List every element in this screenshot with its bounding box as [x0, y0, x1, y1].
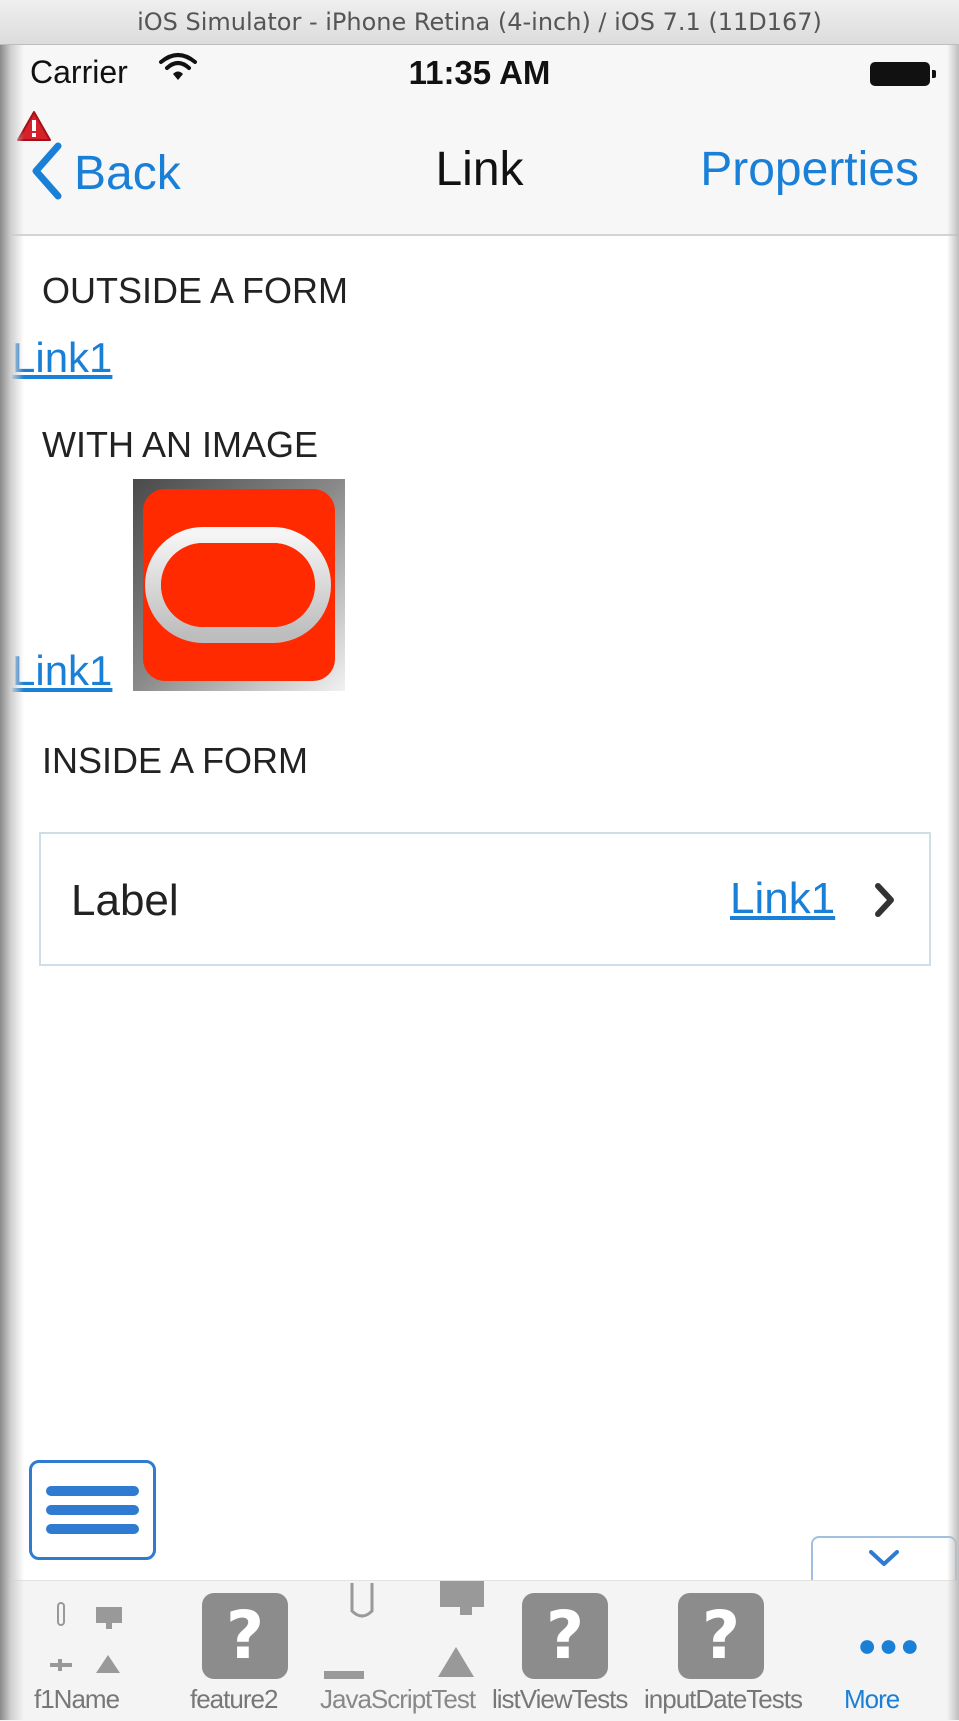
section-heading-with-image: WITH AN IMAGE — [42, 424, 319, 465]
right-edge-shadow — [947, 0, 959, 1720]
tab-f1name[interactable]: f1Name — [0, 1581, 160, 1721]
question-icon: ? — [522, 1593, 608, 1679]
status-bar: Carrier 11:35 AM — [0, 44, 959, 106]
section-heading-outside-form: OUTSIDE A FORM — [42, 270, 349, 311]
tab-javascripttest[interactable]: JavaScriptTest — [310, 1581, 490, 1721]
tab-label: inputDateTests — [644, 1684, 803, 1714]
tab-label: JavaScriptTest — [320, 1684, 476, 1714]
tab-bar: f1Name ? feature2 JavaScriptTest ? listV… — [0, 1580, 959, 1721]
section-heading-inside-form: INSIDE A FORM — [42, 740, 309, 781]
chevron-right-icon — [873, 882, 897, 923]
tab-feature2[interactable]: ? feature2 — [160, 1581, 310, 1721]
tab-more[interactable]: ●●● More — [820, 1581, 959, 1721]
chevron-down-icon — [869, 1550, 899, 1566]
question-icon: ? — [678, 1593, 764, 1679]
navigation-bar: Back Link Properties — [0, 106, 959, 236]
properties-button[interactable]: Properties — [700, 142, 919, 197]
menu-button[interactable] — [29, 1460, 156, 1560]
form-row[interactable]: Label Link1 — [39, 832, 931, 966]
more-icon: ●●● — [857, 1627, 922, 1663]
status-time: 11:35 AM — [408, 54, 551, 91]
form-label: Label — [71, 876, 179, 925]
left-edge-shadow — [0, 0, 24, 1720]
feature-icons-icon — [50, 1602, 122, 1673]
battery-icon — [870, 62, 936, 86]
tab-listviewtests[interactable]: ? listViewTests — [490, 1581, 640, 1721]
tab-inputdatetests[interactable]: ? inputDateTests — [640, 1581, 810, 1721]
outside-form-link[interactable]: Link1 — [12, 334, 112, 382]
hamburger-icon — [46, 1486, 139, 1534]
collapse-tab-button[interactable] — [811, 1536, 957, 1580]
tab-label: f1Name — [34, 1684, 120, 1714]
question-icon: ? — [202, 1593, 288, 1679]
tab-label: More — [844, 1684, 900, 1714]
oracle-logo-image-link[interactable] — [133, 479, 345, 691]
image-link-text[interactable]: Link1 — [12, 647, 112, 695]
form-link[interactable]: Link1 — [730, 874, 835, 924]
simulator-title-bar: iOS Simulator - iPhone Retina (4-inch) /… — [0, 0, 959, 45]
feature-icons-icon — [324, 1581, 484, 1679]
tab-label: listViewTests — [492, 1684, 628, 1714]
tab-label: feature2 — [190, 1684, 278, 1714]
